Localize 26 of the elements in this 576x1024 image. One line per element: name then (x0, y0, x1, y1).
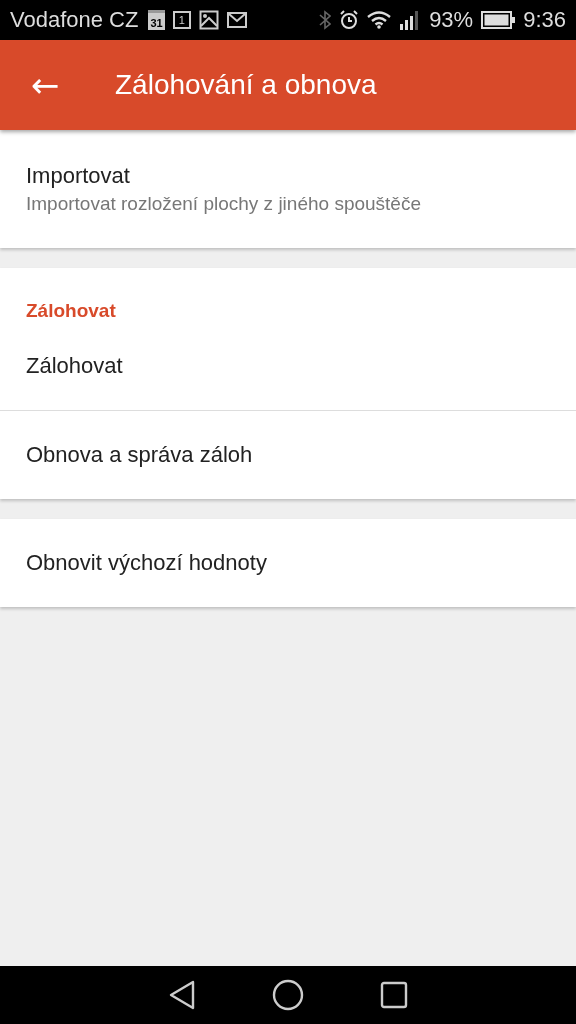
carrier-name: Vodafone CZ (10, 7, 139, 33)
back-button[interactable]: ← (0, 40, 90, 130)
settings-item[interactable]: Obnova a správa záloh (0, 411, 576, 499)
item-title: Obnova a správa záloh (26, 442, 254, 468)
item-title: Zálohovat (26, 353, 124, 379)
recents-icon[interactable] (380, 981, 408, 1009)
settings-item[interactable]: Importovat Importovat rozložení plochy z jiného spouštěče (0, 130, 576, 248)
home-icon[interactable] (272, 979, 304, 1011)
image-icon (198, 10, 219, 30)
calendar-icon: 1 (172, 11, 191, 29)
item-title: Obnovit výchozí hodnoty (26, 550, 268, 576)
clock: 9:36 (523, 7, 566, 33)
back-icon[interactable] (168, 980, 196, 1010)
item-summary: Importovat rozložení plochy z jiného spouštěče (26, 193, 422, 215)
settings-item[interactable]: Zálohovat (0, 322, 576, 410)
mail-icon (226, 12, 247, 28)
item-title: Importovat (26, 163, 131, 189)
section-header: Zálohovat (25, 299, 117, 322)
settings-item[interactable]: Obnovit výchozí hodnoty (0, 519, 576, 607)
battery-percentage: 93% (429, 7, 474, 33)
calendar-icon: 31 (148, 10, 165, 30)
screen-title: Zálohování a obnova (115, 69, 377, 101)
bluetooth-icon (319, 10, 332, 30)
battery-icon (481, 11, 516, 29)
alarm-icon (339, 10, 360, 30)
wifi-icon (367, 11, 392, 29)
